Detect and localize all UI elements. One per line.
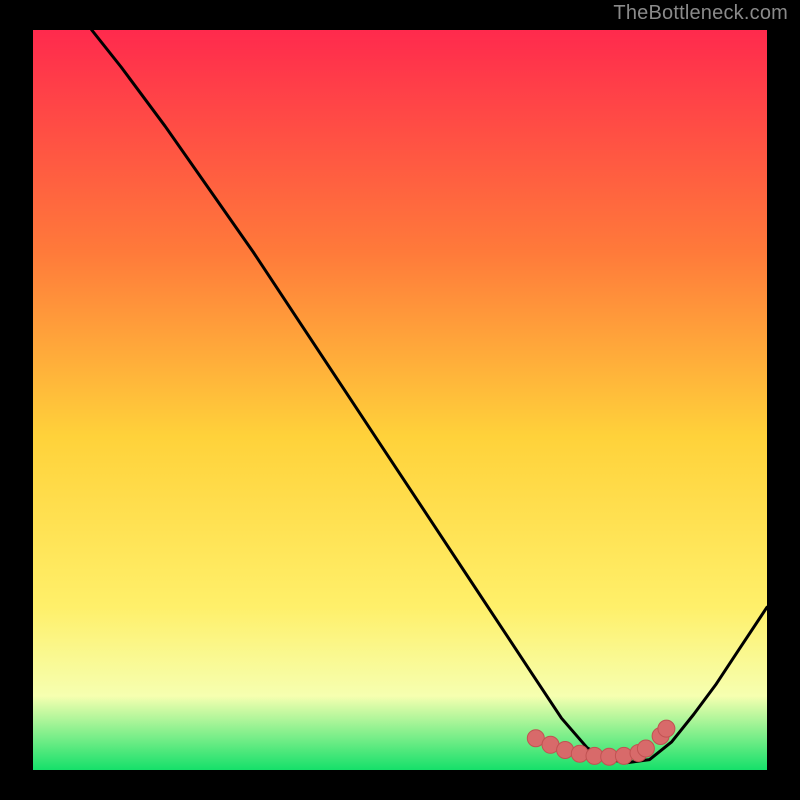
marker-dot [615,747,632,764]
gradient-background [33,30,767,770]
marker-dot [571,745,588,762]
chart-svg [33,30,767,770]
marker-dot [658,720,675,737]
plot-area [33,30,767,770]
watermark-text: TheBottleneck.com [613,2,788,25]
marker-dot [557,742,574,759]
chart-frame: TheBottleneck.com [0,0,800,800]
marker-dot [637,740,654,757]
